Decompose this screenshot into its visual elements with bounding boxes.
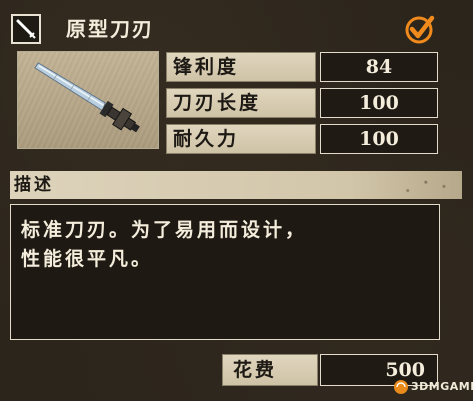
stat-label-blade-length: 刀刃长度 (166, 88, 316, 118)
check-circle-icon (405, 15, 435, 44)
description-line: 性能很平凡。 (21, 248, 154, 270)
watermark-logo: 3DMGAME (392, 376, 473, 398)
prototype-blade-image (34, 62, 140, 133)
description-text-box: 标准刀刃。为了易用而设计， 性能很平凡。 (10, 204, 440, 340)
stat-value-blade-length: 100 (320, 88, 438, 118)
confirm-button[interactable] (403, 12, 437, 46)
blade-icon (16, 19, 36, 39)
item-detail-panel: 原型刀刃 锋利度 84 刀刃长度 100 耐久力 100 描述 标准刀刃。为了易… (0, 0, 473, 400)
description-header: 描述 (10, 171, 462, 199)
item-image-frame (17, 51, 159, 149)
stat-label-sharpness: 锋利度 (166, 52, 316, 82)
stat-label-durability: 耐久力 (166, 124, 316, 154)
blade-category-icon (11, 14, 41, 44)
stat-value-durability: 100 (320, 124, 438, 154)
watermark-text: 3DMGAME (411, 380, 473, 393)
cost-label: 花费 (222, 354, 318, 386)
item-title: 原型刀刃 (66, 17, 154, 41)
stat-value-sharpness: 84 (320, 52, 438, 82)
description-line: 标准刀刃。为了易用而设计， (21, 219, 308, 241)
